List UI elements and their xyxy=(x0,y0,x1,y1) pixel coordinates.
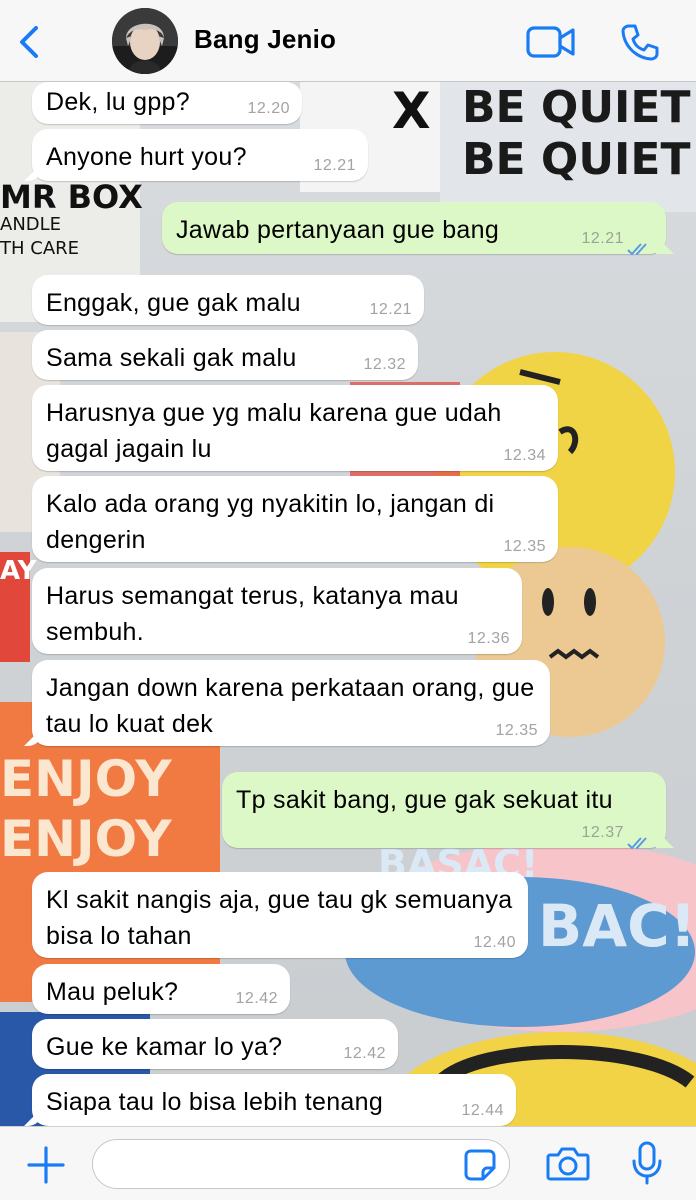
message-bubble[interactable]: Mau peluk? 12.42 xyxy=(32,964,290,1014)
message-time: 12.34 xyxy=(503,447,546,464)
message-bubble[interactable]: Kl sakit nangis aja, gue tau gk semuanya… xyxy=(32,872,528,958)
message-time: 12.40 xyxy=(473,934,516,951)
message-text: Sama sekali gak malu xyxy=(46,344,297,372)
contact-name[interactable]: Bang Jenio xyxy=(194,24,336,55)
wallpaper-text: BAC! xyxy=(538,892,696,960)
wallpaper-text: BE QUIET xyxy=(462,82,691,133)
microphone-icon[interactable] xyxy=(630,1141,664,1190)
read-receipt-icon xyxy=(626,825,654,850)
wallpaper-text: ENJOY xyxy=(0,750,172,808)
message-bubble[interactable]: Tp sakit bang, gue gak sekuat itu 12.37 xyxy=(222,772,666,850)
message-time: 12.21 xyxy=(313,157,356,174)
message-bubble[interactable]: Harusnya gue yg malu karena gue udah gag… xyxy=(32,385,558,471)
message-text: Kl sakit nangis aja, gue tau gk semuanya… xyxy=(46,886,513,950)
message-bubble[interactable]: Sama sekali gak malu 12.32 xyxy=(32,330,418,380)
message-text: Harusnya gue yg malu karena gue udah gag… xyxy=(46,399,502,463)
message-bubble[interactable]: Jangan down karena perkataan orang, gue … xyxy=(32,660,550,746)
message-text: Harus semangat terus, katanya mau sembuh… xyxy=(46,582,459,646)
message-text: Siapa tau lo bisa lebih tenang xyxy=(46,1088,384,1116)
compose-bar xyxy=(0,1126,696,1200)
message-time: 12.42 xyxy=(235,990,278,1007)
message-time: 12.36 xyxy=(467,630,510,647)
message-bubble[interactable]: Dek, lu gpp? 12.20 xyxy=(32,82,302,124)
message-time: 12.20 xyxy=(247,100,290,117)
message-input[interactable] xyxy=(92,1139,510,1189)
message-bubble[interactable]: Harus semangat terus, katanya mau sembuh… xyxy=(32,568,522,654)
message-bubble[interactable]: Gue ke kamar lo ya? 12.42 xyxy=(32,1019,398,1069)
message-time: 12.21 xyxy=(369,301,412,318)
chat-area[interactable]: BE QUIET BE QUIET MR BOX ANDLE TH CARE E… xyxy=(0,82,696,1126)
message-time: 12.35 xyxy=(503,538,546,555)
message-text: Tp sakit bang, gue gak sekuat itu xyxy=(236,786,613,814)
phone-icon[interactable] xyxy=(620,22,660,67)
message-bubble[interactable]: Anyone hurt you? 12.21 xyxy=(32,129,368,181)
message-text: Gue ke kamar lo ya? xyxy=(46,1033,283,1061)
message-time: 12.44 xyxy=(461,1102,504,1119)
avatar[interactable] xyxy=(112,8,178,74)
message-text: Enggak, gue gak malu xyxy=(46,289,301,317)
wallpaper-text: ANDLE xyxy=(0,214,62,235)
message-bubble[interactable]: Enggak, gue gak malu 12.21 xyxy=(32,275,424,325)
message-bubble[interactable]: Kalo ada orang yg nyakitin lo, jangan di… xyxy=(32,476,558,562)
message-time: 12.32 xyxy=(363,356,406,373)
wallpaper-text: MR BOX xyxy=(0,178,143,216)
message-text: Jangan down karena perkataan orang, gue … xyxy=(46,674,535,738)
video-camera-icon[interactable] xyxy=(526,24,576,65)
message-text: Anyone hurt you? xyxy=(46,143,247,171)
message-text: Kalo ada orang yg nyakitin lo, jangan di… xyxy=(46,490,495,554)
message-time: 12.35 xyxy=(495,722,538,739)
sticker-icon[interactable] xyxy=(463,1148,497,1187)
message-time: 12.37 xyxy=(581,824,624,841)
wallpaper-text: TH CARE xyxy=(0,238,80,259)
wallpaper-text: ENJOY xyxy=(0,810,172,868)
message-time: 12.21 xyxy=(581,230,624,247)
wallpaper-text: X xyxy=(392,82,431,140)
message-time: 12.42 xyxy=(343,1045,386,1062)
read-receipt-icon xyxy=(626,231,654,256)
camera-icon[interactable] xyxy=(546,1145,590,1188)
chat-header: Bang Jenio xyxy=(0,0,696,82)
wallpaper-text: AY xyxy=(0,556,37,586)
message-bubble[interactable]: Jawab pertanyaan gue bang 12.21 xyxy=(162,202,666,256)
chevron-left-icon[interactable] xyxy=(10,22,50,62)
message-bubble[interactable]: Siapa tau lo bisa lebih tenang 12.44 xyxy=(32,1074,516,1126)
wallpaper-text: BE QUIET xyxy=(462,134,691,185)
plus-icon[interactable] xyxy=(26,1145,66,1190)
